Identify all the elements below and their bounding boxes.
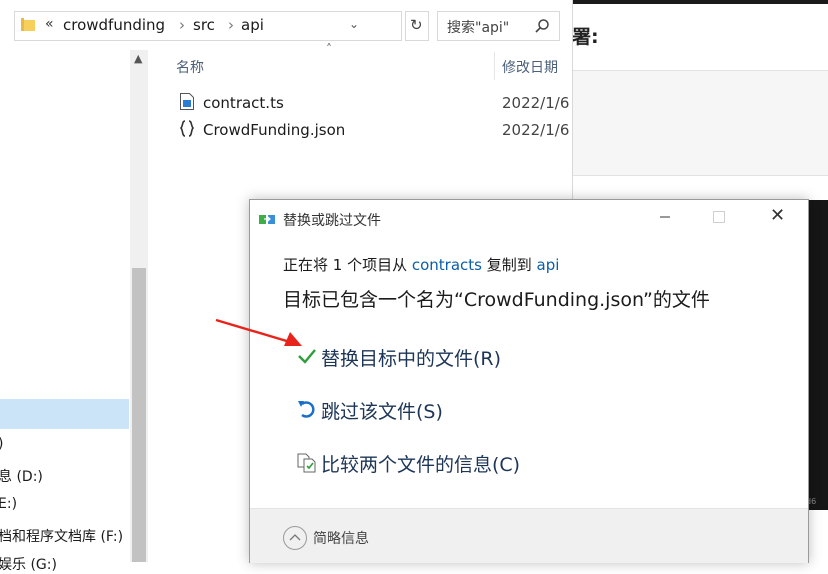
search-placeholder: 搜索"api" bbox=[447, 20, 510, 36]
skip-file-option[interactable]: 跳过该文件(S) bbox=[296, 390, 596, 426]
breadcrumb-overflow[interactable]: « bbox=[45, 16, 54, 32]
file-date: 2022/1/6 bbox=[502, 94, 570, 112]
skip-file-label: 跳过该文件(S) bbox=[321, 401, 443, 423]
copy-summary: 正在将 1 个项目从 contracts 复制到 api bbox=[283, 254, 559, 275]
breadcrumb-api[interactable]: api bbox=[241, 16, 264, 34]
maximize-icon bbox=[713, 211, 725, 223]
compare-files-label: 比较两个文件的信息(C) bbox=[321, 454, 521, 476]
background-heading: 署: bbox=[572, 26, 599, 48]
fewer-details-toggle[interactable]: 简略信息 bbox=[313, 528, 369, 548]
sort-ascending-icon: ˄ bbox=[326, 42, 332, 56]
refresh-icon: ↻ bbox=[410, 16, 423, 34]
dialog-title: 替换或跳过文件 bbox=[283, 213, 381, 229]
scroll-up-icon[interactable]: ▲ bbox=[134, 52, 142, 65]
background-top-bar bbox=[572, 0, 828, 4]
breadcrumb-separator[interactable]: › bbox=[228, 16, 234, 34]
nav-item-drive[interactable]: ) bbox=[0, 436, 3, 452]
json-file-icon bbox=[180, 120, 194, 137]
file-date: 2022/1/6 bbox=[502, 121, 570, 139]
nav-item-drive-e[interactable]: E:) bbox=[0, 496, 17, 512]
nav-item-drive-d[interactable]: 息 (D:) bbox=[0, 466, 43, 486]
dialog-footer: 简略信息 bbox=[250, 508, 808, 563]
breadcrumb-separator[interactable]: › bbox=[179, 16, 185, 34]
breadcrumb-crowdfunding[interactable]: crowdfunding bbox=[63, 16, 165, 34]
column-header-name[interactable]: 名称 bbox=[176, 57, 204, 77]
undo-arrow-icon bbox=[298, 401, 315, 418]
file-transfer-icon bbox=[259, 215, 275, 224]
file-name[interactable]: CrowdFunding.json bbox=[203, 121, 345, 139]
minimize-icon[interactable] bbox=[655, 206, 675, 226]
source-folder-link[interactable]: contracts bbox=[412, 256, 482, 274]
column-header-date[interactable]: 修改日期 bbox=[502, 57, 558, 77]
search-input[interactable]: 搜索"api" bbox=[437, 11, 560, 41]
replace-file-label: 替换目标中的文件(R) bbox=[321, 348, 502, 370]
replace-file-option[interactable]: 替换目标中的文件(R) bbox=[296, 337, 596, 373]
refresh-button[interactable]: ↻ bbox=[405, 11, 429, 41]
copy-summary-prefix: 正在将 1 个项目从 bbox=[283, 256, 412, 274]
address-bar[interactable]: « crowdfunding › src › api ⌄ bbox=[14, 11, 402, 41]
chevron-down-icon[interactable]: ⌄ bbox=[349, 17, 359, 31]
conflict-heading: 目标已包含一个名为“CrowdFunding.json”的文件 bbox=[283, 289, 710, 311]
nav-item-drive-f[interactable]: 档和程序文档库 (F:) bbox=[0, 526, 123, 546]
compare-files-option[interactable]: 比较两个文件的信息(C) bbox=[296, 443, 596, 479]
chevron-up-icon[interactable] bbox=[283, 526, 307, 550]
nav-scrollbar-thumb[interactable] bbox=[132, 268, 146, 562]
replace-or-skip-dialog: 替换或跳过文件 ✕ 正在将 1 个项目从 contracts 复制到 api 目… bbox=[249, 199, 809, 563]
search-icon bbox=[535, 19, 549, 33]
copy-summary-middle: 复制到 bbox=[481, 256, 537, 274]
background-code-block bbox=[572, 70, 828, 176]
nav-item-drive-g[interactable]: 娱乐 (G:) bbox=[0, 554, 57, 574]
ts-file-icon bbox=[180, 93, 194, 110]
file-name[interactable]: contract.ts bbox=[203, 94, 284, 112]
annotation-arrow-icon bbox=[215, 318, 302, 346]
folder-icon bbox=[21, 18, 35, 31]
compare-files-icon bbox=[297, 453, 316, 473]
close-icon[interactable]: ✕ bbox=[770, 205, 785, 226]
column-divider[interactable] bbox=[494, 52, 495, 80]
breadcrumb-src[interactable]: src bbox=[193, 16, 215, 34]
nav-selected-highlight[interactable] bbox=[0, 399, 129, 429]
target-folder-link[interactable]: api bbox=[537, 256, 560, 274]
